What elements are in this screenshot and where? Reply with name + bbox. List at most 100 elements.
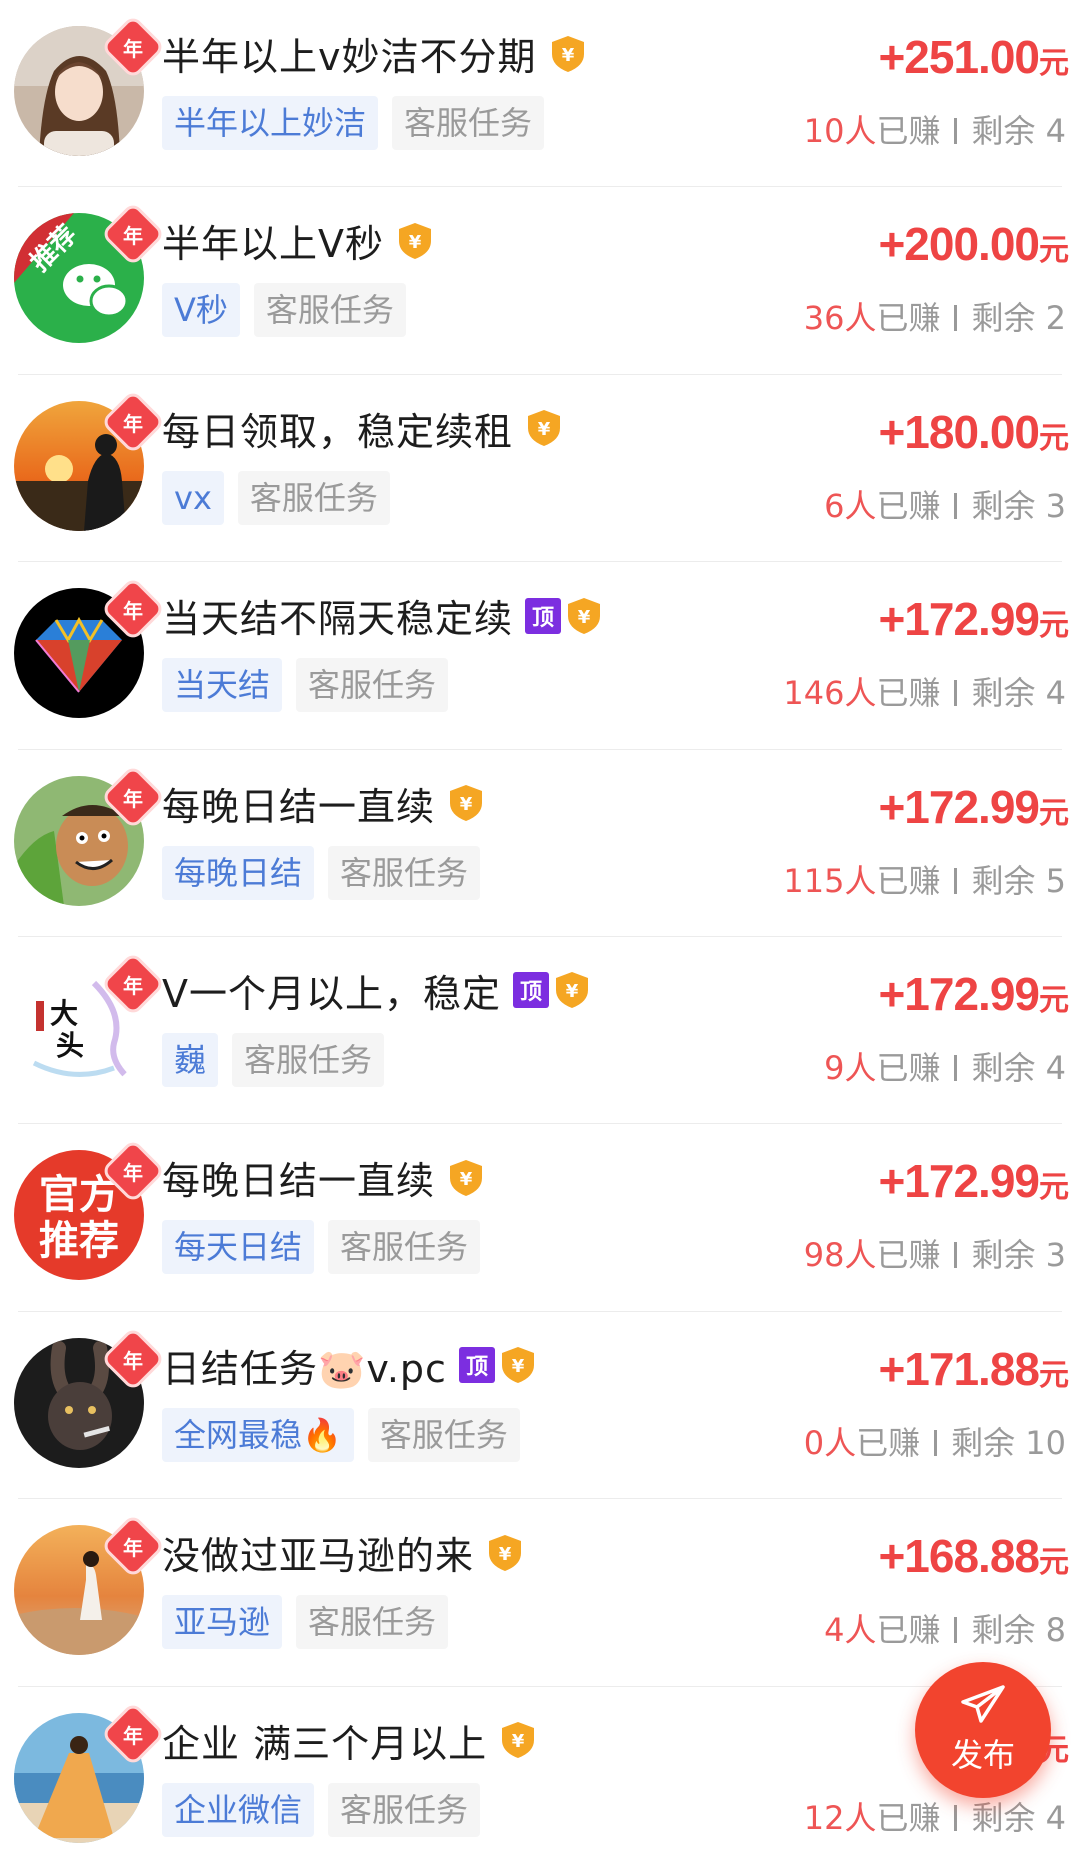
- task-row[interactable]: 年 日结任务🐷v.pc 顶 ¥ 全网最稳🔥 客服任务 +171.88元 0人已赚剩…: [0, 1312, 1080, 1500]
- task-tag: 巍: [162, 1032, 219, 1087]
- verified-shield-icon: ¥: [551, 35, 584, 72]
- title-line: 每日领取，稳定续租 ¥: [162, 401, 563, 456]
- remaining-count: 4: [1045, 674, 1066, 713]
- task-type-tag: 客服任务: [253, 283, 406, 338]
- task-row[interactable]: 年 每晚日结一直续 ¥ 每晚日结 客服任务 +172.99元 115人已赚 剩余 …: [0, 750, 1080, 938]
- earned-label: 已赚: [856, 1423, 921, 1462]
- task-price: +172.99元: [878, 592, 1069, 646]
- remaining-label: 剩余: [971, 486, 1036, 525]
- stats-divider: [934, 1429, 938, 1456]
- svg-text:¥: ¥: [561, 45, 574, 66]
- task-type-tag: 客服任务: [367, 1407, 520, 1462]
- earned-count: 9人: [824, 1048, 877, 1087]
- avatar-container: 年: [14, 764, 166, 906]
- task-stats: 36人已赚 剩余 2: [804, 293, 1066, 339]
- task-title: V一个月以上，稳定: [162, 971, 501, 1016]
- task-tag: 企业微信: [162, 1782, 315, 1837]
- verified-shield-icon: ¥: [501, 1347, 534, 1384]
- task-price: +172.99元: [878, 1154, 1069, 1208]
- task-stats: 9人已赚 剩余 4: [824, 1043, 1066, 1089]
- price-unit: 元: [1039, 421, 1069, 455]
- tag-group: 当天结 客服任务: [162, 658, 462, 713]
- pinned-top-badge: 顶: [513, 972, 549, 1009]
- svg-text:推荐: 推荐: [39, 1218, 119, 1264]
- earned-label: 已赚: [876, 674, 941, 713]
- price-value: +168.88: [878, 1530, 1040, 1583]
- earned-count: 36人: [803, 299, 877, 338]
- task-stats: 115人已赚 剩余 5: [783, 856, 1066, 902]
- svg-text:官方: 官方: [39, 1172, 119, 1218]
- task-row[interactable]: 年 每日领取，稳定续租 ¥ vx 客服任务 +180.00元 6人已赚 剩余 3: [0, 375, 1080, 563]
- price-unit: 元: [1039, 234, 1069, 268]
- avatar-container: 推荐 年: [14, 201, 166, 344]
- earned-label: 已赚: [876, 1611, 941, 1650]
- svg-text:¥: ¥: [499, 1544, 512, 1565]
- task-list: 年 半年以上v妙洁不分期 ¥ 半年以上妙洁 客服任务 +251.00元 10人已…: [0, 0, 1080, 1874]
- stats-divider: [954, 680, 958, 707]
- task-row[interactable]: 年 当天结不隔天稳定续 顶 ¥ 当天结 客服任务 +172.99元 146人已赚剩…: [0, 562, 1080, 750]
- task-price: +251.00元: [878, 30, 1069, 84]
- task-type-tag: 客服任务: [328, 1220, 481, 1275]
- task-price: +171.88元: [878, 1342, 1069, 1396]
- pinned-top-badge: 顶: [525, 597, 562, 634]
- tag-group: 每晚日结 客服任务: [162, 845, 494, 900]
- remaining-count: 8: [1045, 1611, 1066, 1650]
- title-line: 当天结不隔天稳定续 顶 ¥: [162, 588, 603, 643]
- price-value: +180.00: [878, 405, 1040, 458]
- remaining-label: 剩余: [971, 1048, 1036, 1087]
- earned-label: 已赚: [876, 1048, 941, 1087]
- price-unit: 元: [1039, 1171, 1069, 1205]
- publish-button[interactable]: 发布: [915, 1662, 1051, 1798]
- title-line: 日结任务🐷v.pc 顶 ¥: [162, 1338, 537, 1393]
- avatar-container: 年: [14, 389, 166, 531]
- task-stats: 4人已赚 剩余 8: [824, 1605, 1066, 1651]
- task-row[interactable]: 官方 推荐 年 每晚日结一直续 ¥ 每天日结 客服任务 +172.99元 98人已…: [0, 1124, 1080, 1313]
- task-price: +180.00元: [878, 405, 1069, 459]
- task-tag: 亚马逊: [162, 1595, 283, 1650]
- year-badge-label: 年: [123, 1535, 143, 1560]
- task-title: 半年以上V秒: [162, 222, 384, 267]
- task-stats: 10人已赚 剩余 4: [804, 106, 1066, 152]
- remaining-label: 剩余: [971, 1236, 1036, 1275]
- task-price: +172.99元: [878, 967, 1069, 1021]
- task-tag: 当天结: [162, 658, 283, 713]
- task-price: +168.88元: [878, 1529, 1069, 1583]
- price-value: +172.99: [878, 780, 1040, 833]
- task-price: +200.00元: [878, 217, 1069, 271]
- task-tag: V秒: [162, 283, 240, 338]
- avatar-container: 官方 推荐 年: [14, 1138, 166, 1281]
- task-type-tag: 客服任务: [328, 1782, 481, 1837]
- task-row[interactable]: 年 半年以上v妙洁不分期 ¥ 半年以上妙洁 客服任务 +251.00元 10人已…: [0, 0, 1080, 188]
- remaining-label: 剩余: [971, 861, 1036, 900]
- remaining-label: 剩余: [951, 1423, 1016, 1462]
- task-type-tag: 客服任务: [392, 96, 545, 150]
- task-price: +172.99元: [878, 780, 1069, 834]
- remaining-count: 4: [1045, 112, 1066, 150]
- remaining-count: 3: [1045, 486, 1066, 525]
- title-line: V一个月以上，稳定 顶 ¥: [162, 963, 591, 1018]
- svg-text:头: 头: [56, 1029, 84, 1062]
- task-row[interactable]: 年 没做过亚马逊的来 ¥ 亚马逊 客服任务 +168.88元 4人已赚 剩余 8: [0, 1499, 1080, 1687]
- svg-text:¥: ¥: [578, 607, 591, 628]
- task-title: 日结任务🐷v.pc: [162, 1346, 447, 1391]
- tag-group: vx 客服任务: [162, 470, 404, 525]
- price-unit: 元: [1039, 983, 1069, 1017]
- avatar-container: 大头 年: [14, 951, 166, 1093]
- remaining-label: 剩余: [971, 1611, 1036, 1650]
- stats-divider: [954, 1617, 958, 1644]
- earned-count: 0人: [803, 1423, 857, 1462]
- title-line: 半年以上V秒 ¥: [162, 213, 434, 268]
- tag-group: 半年以上妙洁 客服任务: [162, 96, 558, 150]
- year-badge-label: 年: [123, 36, 143, 61]
- task-tag: 全网最稳🔥: [162, 1407, 354, 1462]
- task-row[interactable]: 推荐 年 半年以上V秒 ¥ V秒 客服任务 +200.00元 36人已赚 剩余 2: [0, 187, 1080, 376]
- verified-shield-icon: ¥: [399, 222, 431, 259]
- svg-text:大: 大: [50, 997, 78, 1030]
- task-row[interactable]: 大头 年 V一个月以上，稳定 顶 ¥ 巍 客服任务 +172.99元 9人已赚 剩余…: [0, 937, 1080, 1125]
- remaining-label: 剩余: [971, 1798, 1036, 1837]
- stats-divider: [954, 492, 958, 519]
- verified-shield-icon: ¥: [528, 410, 561, 447]
- verified-shield-icon: ¥: [489, 1534, 522, 1571]
- task-type-tag: 客服任务: [237, 470, 390, 525]
- price-value: +251.00: [878, 31, 1040, 83]
